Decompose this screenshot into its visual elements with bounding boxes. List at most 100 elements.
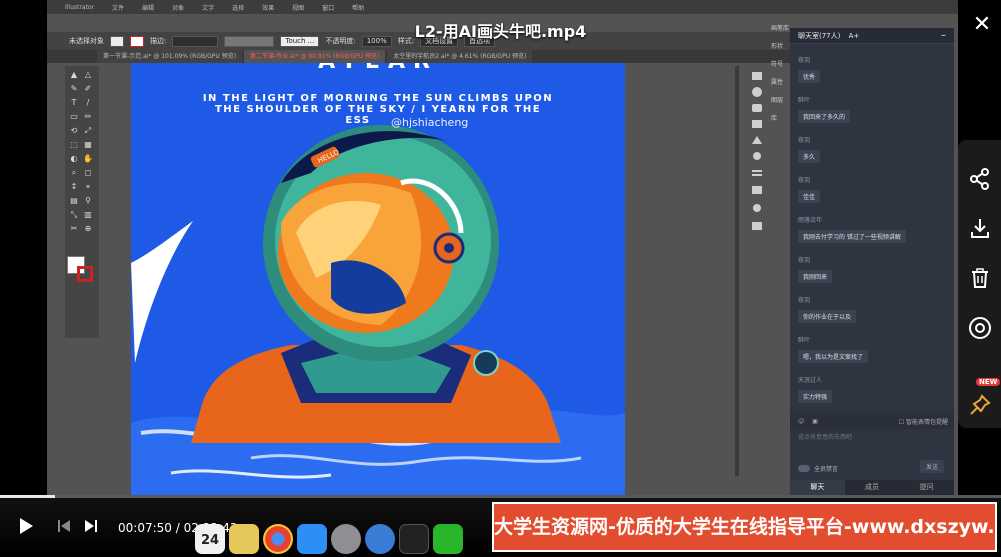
menu-item: 对象 (172, 4, 185, 12)
image-icon[interactable]: ▣ (812, 418, 818, 425)
panel-icons (747, 66, 769, 246)
notes-icon (229, 524, 259, 554)
mute-all-toggle[interactable] (798, 465, 810, 472)
tool-icon: ⌖ (85, 182, 91, 191)
artboard-headline: AYEAR (131, 63, 625, 74)
chat-message: 醉叶 我回来了多久的 (798, 95, 851, 123)
artboard-watermark: @hjshiacheng (391, 116, 469, 129)
app-store-icon (297, 524, 327, 554)
menu-item: 帮助 (352, 4, 365, 12)
menu-item: 文字 (202, 4, 215, 12)
video-title: L2-用AI画头牛吧.mp4 (414, 22, 587, 41)
tool-icon: / (86, 98, 90, 107)
video-player-window: Illustrator 文件 编辑 对象 文字 选择 效果 视图 窗口 帮助 未选择对象 描边: … (0, 0, 1001, 557)
chat-message-text: 我回来了多久的 (798, 110, 851, 123)
menu-item: 文件 (112, 4, 125, 12)
stroke-color-swatch (77, 266, 93, 282)
document-tabs: 第一节课-示范.ai* @ 101.09% (RGB/GPU 预览) 第二节课-… (47, 50, 792, 63)
tool-icon: ◻ (84, 168, 92, 177)
tool-icon: △ (84, 70, 92, 79)
chat-message-text: 实力特强 (798, 390, 833, 403)
chat-message-author: 夜羽 (798, 257, 811, 264)
settings-icon (331, 524, 361, 554)
doc-tab: 太空里的宇航员2.ai* @ 4.61% (RGB/GPU 预览) (387, 50, 533, 63)
doc-tab: 第一节课-示范.ai* @ 101.09% (RGB/GPU 预览) (97, 50, 243, 63)
chat-message-text: 你的作业在于以及 (798, 310, 857, 323)
pin-icon[interactable] (958, 383, 1001, 426)
tool-icon: ✐ (84, 84, 92, 93)
menu-item: 视图 (292, 4, 305, 12)
close-icon[interactable]: ✕ (968, 12, 996, 40)
previous-icon[interactable] (52, 514, 76, 538)
chat-message-author: 夜羽 (798, 137, 811, 144)
chat-tabs: 聊天 成员 提问 (790, 480, 954, 495)
panel-divider (735, 66, 739, 476)
chat-message: 夜羽 我刚回来 (798, 255, 833, 283)
tab-chat[interactable]: 聊天 (790, 480, 845, 495)
action-rail: NEW (958, 140, 1001, 428)
mute-all-label: 全员禁言 (814, 466, 839, 473)
chat-message-author: 夜羽 (798, 297, 811, 304)
tool-icon: ⤢ (84, 126, 92, 135)
chat-message-text: 多久 (798, 150, 821, 163)
panel-icon-column (752, 72, 762, 230)
chat-message: 夜羽 优秀 (798, 55, 821, 83)
next-icon[interactable] (79, 514, 103, 538)
chat-message-author: 夜羽 (798, 177, 811, 184)
tool-icon: ⬚ (70, 140, 78, 149)
target-icon[interactable] (958, 306, 1001, 349)
chat-message-author: 天涯过人 (798, 377, 823, 384)
chat-message-author: 醉叶 (798, 97, 811, 104)
emoji-icon[interactable]: ☺ (798, 418, 804, 425)
new-badge: NEW (976, 378, 1001, 386)
tool-icon: ↕ (70, 182, 78, 191)
chat-tools: ☺ ▣ ☐ 智能表情包提醒 (790, 413, 954, 429)
astronaut-illustration: HELLO (131, 125, 625, 495)
chat-message-author: 醉叶 (798, 337, 811, 344)
chat-message-text: 优秀 (798, 70, 821, 83)
tool-icon: ▭ (70, 112, 78, 121)
chat-message: 夜羽 佳佳 (798, 175, 821, 203)
chat-message-author: 雨落流年 (798, 217, 823, 224)
tool-icon: ⊕ (84, 224, 92, 233)
menu-item: 效果 (262, 4, 275, 12)
chat-message-text: 我刚回来 (798, 270, 833, 283)
tool-icon: ▲ (70, 70, 78, 79)
tool-icon: T (71, 98, 77, 107)
share-icon[interactable] (958, 157, 1001, 200)
doc-tab-active: 第二节课-作业.ai* @ 90.91% (RGB/GPU 预览) (244, 50, 386, 63)
chrome-icon (263, 524, 293, 554)
chat-message: 夜羽 多久 (798, 135, 821, 163)
download-icon[interactable] (958, 206, 1001, 249)
tab-members[interactable]: 成员 (845, 480, 900, 495)
poem-line-2: THE SHOULDER OF THE SKY / I YEARN FOR TH… (214, 104, 542, 115)
live-chat-panel: 聊天室(77人) A+ – 夜羽 优秀 醉叶 我回来了多久的 夜羽 多久 夜羽 佳佳 雨落流年我… (790, 28, 954, 495)
chat-input[interactable]: 说点有意思的东西吧 (798, 432, 852, 441)
smart-emoji-checkbox[interactable]: ☐ 智能表情包提醒 (899, 417, 948, 426)
tool-icon: ⌕ (71, 168, 77, 177)
menu-item: Illustrator (65, 3, 95, 11)
tool-icon: ✂ (70, 224, 78, 233)
menu-item: 编辑 (142, 4, 155, 12)
tool-icon: ✎ (70, 84, 78, 93)
chat-message-author: 夜羽 (798, 57, 811, 64)
chat-message-text: 我刚去付学习的 错过了一些视频讲解 (798, 230, 906, 243)
mute-all-row: 全员禁言 (798, 464, 838, 473)
chat-message-text: 嗯，我以为是文案找了 (798, 350, 869, 363)
chat-message-text: 佳佳 (798, 190, 821, 203)
tool-icon: ⤡ (70, 210, 78, 219)
illustrator-menubar: Illustrator 文件 编辑 对象 文字 选择 效果 视图 窗口 帮助 (47, 0, 958, 14)
tool-icon: ✏ (84, 112, 92, 121)
chat-message-list[interactable]: 夜羽 优秀 醉叶 我回来了多久的 夜羽 多久 夜羽 佳佳 雨落流年 我刚去付学习的 错过了一些视频… (790, 45, 954, 413)
chat-message: 雨落流年我刚去付学习的 错过了一些视频讲解 (798, 215, 906, 243)
send-button[interactable]: 发送 (920, 460, 945, 473)
tools-panel: ▲ △ ✎ ✐ T / ▭ ✏ ⟲ ⤢ ⬚ ▦ ◐ ✋ ⌕ ◻ ↕ ⌖ ▤ ⚲ ⤡ ▥ ✂ ⊕ (65, 66, 99, 338)
tool-icon: ▤ (70, 196, 78, 205)
menu-item: 选择 (232, 4, 245, 12)
play-icon[interactable] (14, 514, 38, 538)
tool-icon: ▥ (84, 210, 92, 219)
tab-questions[interactable]: 提问 (899, 480, 954, 495)
chat-message: 醉叶嗯，我以为是文案找了 (798, 335, 869, 363)
delete-icon[interactable] (958, 256, 1001, 299)
tool-icon: ⟲ (70, 126, 78, 135)
